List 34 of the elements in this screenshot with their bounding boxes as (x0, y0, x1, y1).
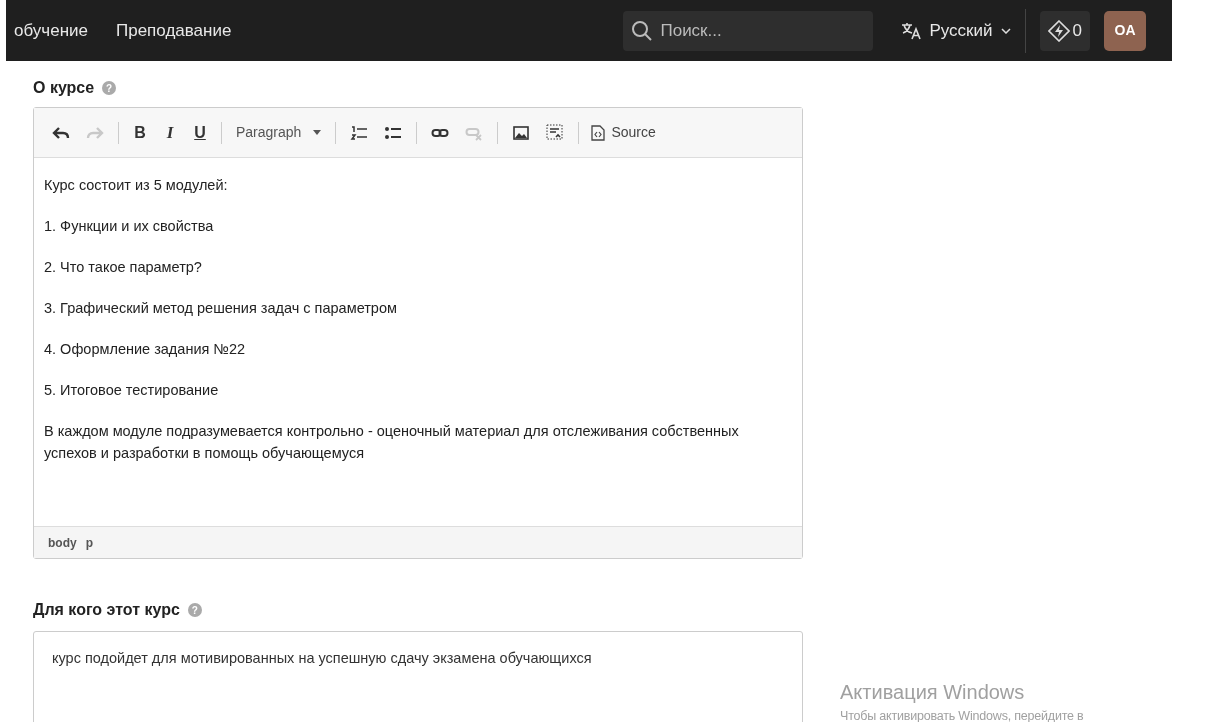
bolt-icon (1047, 19, 1070, 42)
nav-link[interactable]: обучение (14, 17, 88, 44)
paragraph: 1. Функции и их свойства (44, 217, 215, 236)
language-selector[interactable]: Русский (901, 17, 1011, 44)
activation-title: Активация Windows (840, 680, 1025, 705)
nav-link[interactable]: Преподавание (115, 17, 232, 44)
italic-button[interactable]: I (157, 118, 183, 147)
paragraph: Курс состоит из 5 модулей: (44, 176, 229, 195)
element-path-item[interactable]: p (85, 533, 93, 552)
numbered-list-icon (350, 123, 369, 142)
paragraph: В каждом модуле подразумевается контрольно - оценочный материал для отслеживания собственных успехов и разработки в помощь обучающемуся (44, 422, 740, 463)
paragraph: 5. Итоговое тестирование (44, 381, 220, 400)
element-path-item[interactable]: body (48, 533, 77, 552)
search-icon (631, 19, 654, 42)
paragraph: 3. Графический метод решения задач с параметром (44, 299, 398, 318)
embed-icon (546, 123, 565, 142)
translate-icon (901, 21, 922, 40)
chevron-icon (1000, 27, 1011, 34)
paragraph: 4. Оформление задания №22 (44, 340, 247, 359)
search-field[interactable]: Поиск... (623, 10, 874, 51)
section-heading: О курсе (33, 78, 95, 98)
user-avatar[interactable]: OA (1104, 10, 1146, 51)
underline-button[interactable]: U (187, 118, 213, 147)
source-button[interactable]: Source (587, 118, 660, 147)
paragraph: 2. Что такое параметр? (44, 258, 203, 277)
text-area[interactable]: курс подойдет для мотивированных на успешную сдачу экзамена обучающихся (33, 631, 803, 722)
code-file-icon (591, 124, 606, 141)
image-icon (512, 123, 531, 142)
activation-text: Чтобы активировать Windows, перейдите в (840, 708, 1084, 722)
format-dropdown[interactable]: Paragraph (230, 118, 328, 147)
caret-icon (313, 130, 322, 135)
bold-button[interactable]: B (127, 118, 153, 147)
points-badge[interactable]: 0 (1039, 10, 1090, 51)
section-heading: Для кого этот курс (33, 600, 180, 620)
